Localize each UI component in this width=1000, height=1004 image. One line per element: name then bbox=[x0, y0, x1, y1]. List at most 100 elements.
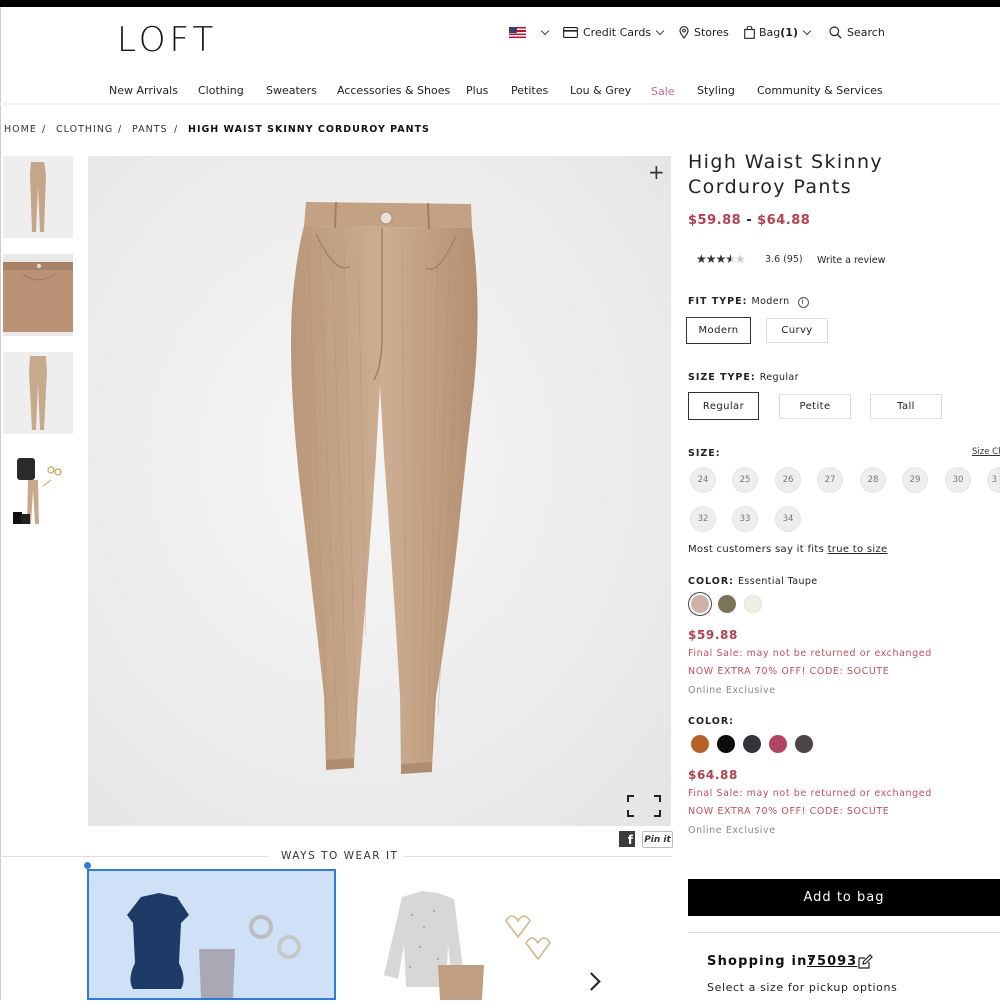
carousel-next-icon[interactable] bbox=[582, 972, 601, 991]
size-option-34[interactable]: 34 bbox=[775, 506, 801, 532]
size-option-33[interactable]: 33 bbox=[732, 506, 758, 532]
fit-note: Most customers say it fits true to size bbox=[688, 544, 887, 555]
chevron-down-icon bbox=[540, 26, 550, 35]
facebook-share-icon[interactable]: f bbox=[619, 831, 635, 847]
outfit-card-2[interactable] bbox=[372, 875, 572, 1000]
color-heading: COLOR: bbox=[688, 576, 734, 587]
thumbnail-outfit[interactable] bbox=[3, 450, 73, 532]
zoom-plus-icon[interactable]: + bbox=[648, 160, 665, 184]
country-selector[interactable] bbox=[509, 24, 550, 40]
nav-new-arrivals[interactable]: New Arrivals bbox=[109, 84, 178, 97]
size-option-31[interactable]: 3 bbox=[987, 467, 1000, 493]
nav-plus[interactable]: Plus bbox=[466, 84, 488, 97]
stores-label: Stores bbox=[694, 25, 729, 39]
info-icon[interactable]: i bbox=[797, 297, 809, 308]
size-option-32[interactable]: 32 bbox=[690, 506, 716, 532]
breadcrumb-home[interactable]: HOME bbox=[4, 124, 37, 135]
breadcrumb-current: HIGH WAIST SKINNY CORDUROY PANTS bbox=[188, 124, 430, 135]
nav-sale[interactable]: Sale bbox=[651, 85, 675, 98]
fit-option-curvy[interactable]: Curvy bbox=[766, 318, 828, 343]
carousel-indicator bbox=[84, 862, 91, 869]
color-swatch-essential-taupe[interactable] bbox=[691, 595, 709, 613]
color-label-1: COLOR: Essential Taupe bbox=[688, 576, 818, 587]
edit-pencil-icon[interactable] bbox=[857, 954, 873, 970]
rating-count[interactable]: 3.6 (95) bbox=[765, 254, 803, 265]
credit-cards-menu[interactable]: Credit Cards bbox=[563, 24, 665, 40]
credit-card-icon bbox=[563, 26, 578, 38]
sale-price-1: $59.88 bbox=[688, 628, 738, 642]
color-swatch-berry[interactable] bbox=[769, 735, 787, 753]
fit-option-modern[interactable]: Modern bbox=[686, 317, 751, 344]
online-exclusive-2: Online Exclusive bbox=[688, 825, 776, 836]
fullscreen-icon[interactable] bbox=[627, 795, 661, 817]
price-range: $59.88 - $64.88 bbox=[688, 213, 810, 228]
shopping-bag-icon bbox=[744, 25, 755, 39]
breadcrumb-pants[interactable]: PANTS bbox=[132, 124, 168, 135]
thumbnail-detail[interactable] bbox=[3, 254, 73, 336]
color-swatch-olive[interactable] bbox=[718, 595, 736, 613]
search-button[interactable]: Search bbox=[829, 24, 885, 40]
divider bbox=[688, 932, 1000, 933]
size-option-29[interactable]: 29 bbox=[902, 467, 928, 493]
final-sale-note-1: Final Sale: may not be returned or excha… bbox=[688, 648, 932, 659]
nav-accessories-shoes[interactable]: Accessories & Shoes bbox=[337, 84, 450, 97]
nav-styling[interactable]: Styling bbox=[697, 84, 735, 97]
price-high: $64.88 bbox=[757, 213, 811, 228]
nav-sweaters[interactable]: Sweaters bbox=[266, 84, 317, 97]
size-type-regular[interactable]: Regular bbox=[688, 392, 759, 420]
divider bbox=[0, 856, 268, 857]
size-option-28[interactable]: 28 bbox=[860, 467, 886, 493]
chevron-down-icon bbox=[655, 26, 665, 35]
pickup-note: Select a size for pickup options bbox=[707, 981, 898, 994]
true-to-size-link[interactable]: true to size bbox=[828, 544, 888, 555]
zip-code-link[interactable]: 75093 bbox=[807, 954, 857, 969]
add-to-bag-button[interactable]: Add to bag bbox=[688, 879, 1000, 916]
price-low: $59.88 bbox=[688, 213, 742, 228]
brand-logo[interactable]: LOFT bbox=[117, 20, 217, 60]
promo-note-2: NOW EXTRA 70% OFF! CODE: SOCUTE bbox=[688, 806, 890, 817]
size-type-tall[interactable]: Tall bbox=[870, 394, 942, 419]
rating-stars-icon: ★★★★★ ★★★★★ bbox=[696, 252, 746, 266]
size-option-26[interactable]: 26 bbox=[775, 467, 801, 493]
size-option-24[interactable]: 24 bbox=[690, 467, 716, 493]
stores-link[interactable]: Stores bbox=[679, 24, 729, 40]
pinterest-pin-button[interactable]: Pin it bbox=[642, 831, 673, 848]
color-value: Essential Taupe bbox=[737, 576, 818, 587]
color-swatch-charcoal[interactable] bbox=[743, 735, 761, 753]
size-chart-link[interactable]: Size Ch bbox=[972, 447, 1000, 457]
nav-community-services[interactable]: Community & Services bbox=[757, 84, 883, 97]
color-swatch-plum-gray[interactable] bbox=[795, 735, 813, 753]
nav-petites[interactable]: Petites bbox=[511, 84, 548, 97]
color-label-2: COLOR: bbox=[688, 716, 734, 727]
outfit-card-1[interactable] bbox=[87, 869, 336, 1000]
bag-menu[interactable]: Bag (1) bbox=[744, 24, 812, 40]
size-option-30[interactable]: 30 bbox=[945, 467, 971, 493]
frame-edge bbox=[0, 7, 1, 1000]
us-flag-icon bbox=[509, 26, 526, 38]
size-label: SIZE: bbox=[688, 448, 721, 459]
color-swatch-black[interactable] bbox=[717, 735, 735, 753]
color-swatch-ivory[interactable] bbox=[744, 595, 762, 613]
write-review-link[interactable]: Write a review bbox=[817, 255, 885, 266]
promo-note-1: NOW EXTRA 70% OFF! CODE: SOCUTE bbox=[688, 666, 890, 677]
breadcrumb-separator: / bbox=[118, 124, 123, 135]
size-option-27[interactable]: 27 bbox=[817, 467, 843, 493]
thumbnail-back[interactable] bbox=[3, 352, 73, 434]
size-type-petite[interactable]: Petite bbox=[779, 394, 851, 419]
size-option-25[interactable]: 25 bbox=[732, 467, 758, 493]
nav-lou-grey[interactable]: Lou & Grey bbox=[570, 84, 631, 97]
thumbnail-front[interactable] bbox=[3, 156, 73, 238]
bag-count: (1) bbox=[780, 25, 798, 39]
product-title: High Waist Skinny Corduroy Pants bbox=[688, 151, 884, 198]
breadcrumb-clothing[interactable]: CLOTHING bbox=[56, 124, 113, 135]
fit-note-text: Most customers say it fits bbox=[688, 544, 825, 555]
product-main-image[interactable] bbox=[88, 156, 671, 826]
color-swatch-rust[interactable] bbox=[691, 735, 709, 753]
nav-clothing[interactable]: Clothing bbox=[198, 84, 244, 97]
ways-to-wear-heading: WAYS TO WEAR IT bbox=[281, 850, 399, 862]
search-icon bbox=[829, 25, 842, 39]
shopping-in-label: Shopping in: bbox=[707, 954, 815, 969]
sale-price-2: $64.88 bbox=[688, 768, 738, 782]
size-heading: SIZE: bbox=[688, 448, 721, 459]
final-sale-note-2: Final Sale: may not be returned or excha… bbox=[688, 788, 932, 799]
